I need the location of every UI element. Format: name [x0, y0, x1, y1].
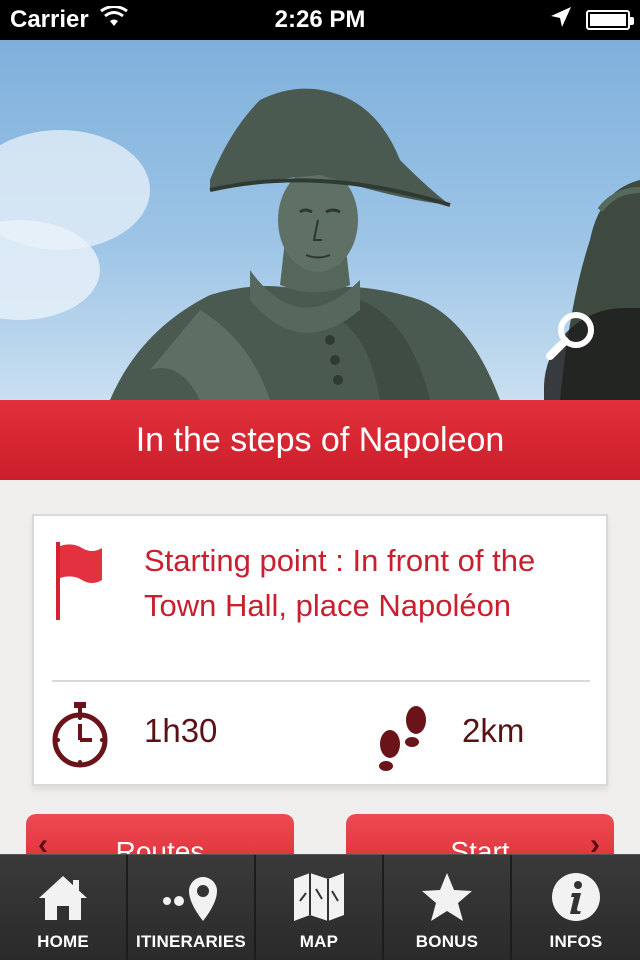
duration-value: 1h30 — [144, 712, 218, 749]
tab-map[interactable]: MAP — [256, 855, 384, 960]
tab-itineraries[interactable]: ITINERARIES — [128, 855, 256, 960]
route-title: In the steps of Napoleon — [0, 400, 640, 480]
tab-bonus[interactable]: BONUS — [384, 855, 512, 960]
stopwatch-icon — [50, 700, 110, 775]
tab-infos-label: INFOS — [549, 932, 603, 951]
starting-point-text: Starting point : In front of the Town Ha… — [144, 543, 536, 623]
battery-icon — [586, 10, 634, 30]
tab-bonus-label: BONUS — [415, 932, 479, 951]
star-icon — [420, 866, 474, 928]
itinerary-pin-icon — [161, 866, 221, 928]
tab-home-label: HOME — [37, 932, 89, 951]
tab-bar: HOME ITINERARIES MAP BONUS INFOS — [0, 854, 640, 960]
route-info-card: Starting point : In front of the Town Ha… — [32, 514, 608, 786]
tab-map-label: MAP — [299, 932, 339, 951]
footsteps-icon — [370, 700, 436, 777]
tab-home[interactable]: HOME — [0, 855, 128, 960]
map-icon — [292, 866, 346, 928]
starting-point-row: Starting point : In front of the Town Ha… — [34, 516, 606, 680]
tab-itineraries-label: ITINERARIES — [136, 932, 246, 951]
hero-image — [0, 40, 640, 400]
zoom-button[interactable] — [544, 308, 640, 400]
flag-icon — [52, 540, 104, 627]
wifi-icon — [99, 4, 129, 35]
home-icon — [37, 866, 89, 928]
location-arrow-icon — [550, 6, 572, 35]
carrier-label: Carrier — [10, 6, 89, 33]
distance-value: 2km — [462, 712, 525, 749]
status-bar: Carrier 2:26 PM — [0, 0, 640, 40]
info-icon — [550, 866, 602, 928]
tab-infos[interactable]: INFOS — [512, 855, 640, 960]
stats-row: 1h30 2km — [34, 682, 606, 786]
